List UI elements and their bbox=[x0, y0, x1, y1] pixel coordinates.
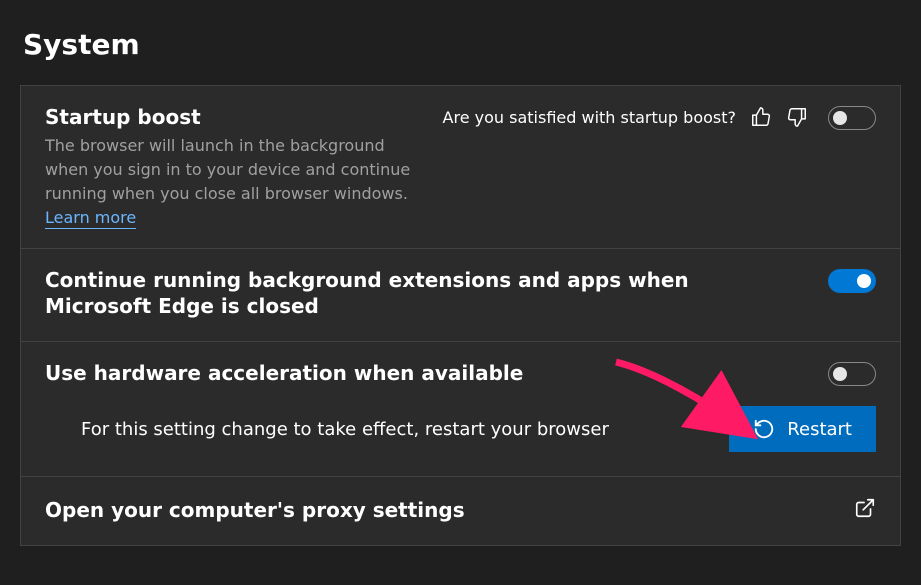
proxy-settings-title: Open your computer's proxy settings bbox=[45, 497, 854, 523]
restart-notice-text: For this setting change to take effect, … bbox=[81, 419, 709, 440]
background-apps-title: Continue running background extensions a… bbox=[45, 267, 765, 319]
startup-boost-description-text: The browser will launch in the backgroun… bbox=[45, 136, 410, 203]
hardware-accel-row: Use hardware acceleration when available bbox=[21, 342, 900, 398]
hardware-accel-toggle[interactable] bbox=[828, 362, 876, 386]
startup-boost-title: Startup boost bbox=[45, 104, 443, 130]
hardware-accel-section: Use hardware acceleration when available… bbox=[21, 342, 900, 477]
page-title: System bbox=[23, 28, 901, 61]
proxy-settings-row[interactable]: Open your computer's proxy settings bbox=[21, 477, 900, 545]
restart-icon bbox=[753, 418, 775, 440]
settings-panel: Startup boost The browser will launch in… bbox=[20, 85, 901, 546]
background-apps-row: Continue running background extensions a… bbox=[21, 249, 900, 342]
feedback-prompt: Are you satisfied with startup boost? bbox=[443, 108, 736, 127]
restart-notice-row: For this setting change to take effect, … bbox=[21, 398, 900, 476]
thumbs-up-icon bbox=[750, 106, 772, 128]
background-apps-toggle[interactable] bbox=[828, 269, 876, 293]
learn-more-link[interactable]: Learn more bbox=[45, 208, 136, 229]
thumbs-down-button[interactable] bbox=[786, 106, 808, 128]
thumbs-down-icon bbox=[786, 106, 808, 128]
restart-button[interactable]: Restart bbox=[729, 406, 876, 452]
startup-boost-feedback: Are you satisfied with startup boost? bbox=[443, 106, 808, 128]
startup-boost-row: Startup boost The browser will launch in… bbox=[21, 86, 900, 249]
startup-boost-toggle[interactable] bbox=[828, 106, 876, 130]
restart-button-label: Restart bbox=[787, 419, 852, 440]
thumbs-up-button[interactable] bbox=[750, 106, 772, 128]
external-link-icon bbox=[854, 497, 876, 523]
startup-boost-description: The browser will launch in the backgroun… bbox=[45, 134, 425, 230]
hardware-accel-title: Use hardware acceleration when available bbox=[45, 360, 828, 386]
